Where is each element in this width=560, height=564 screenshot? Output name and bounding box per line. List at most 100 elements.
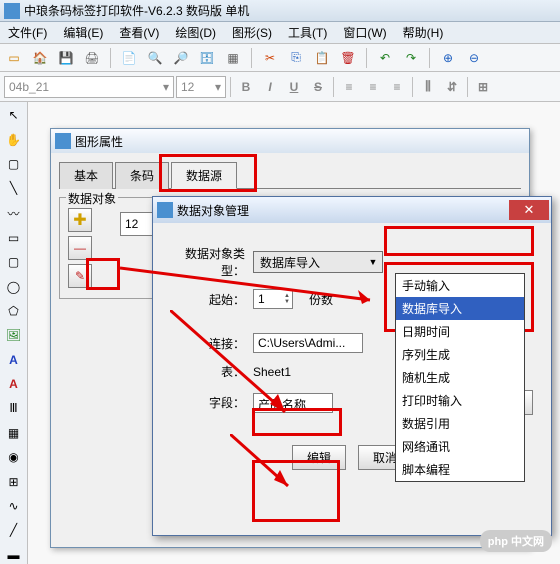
valign-icon[interactable]: ⫼: [417, 76, 439, 98]
watermark: php 中文网: [480, 530, 552, 552]
close-button[interactable]: ✕: [509, 200, 549, 220]
connection-label: 连接：: [165, 335, 245, 352]
cut-icon[interactable]: ✂: [260, 48, 280, 68]
start-label: 起始：: [165, 291, 245, 308]
paste-icon[interactable]: 📋: [312, 48, 332, 68]
field-input[interactable]: 产品名称: [253, 393, 333, 413]
tab-datasource[interactable]: 数据源: [171, 162, 237, 189]
curve-icon[interactable]: 〰: [4, 204, 24, 223]
path-icon[interactable]: ╱: [4, 521, 24, 539]
app-title: 中琅条码标签打印软件-V6.2.3 数码版 单机: [24, 2, 249, 19]
copy-icon[interactable]: ⎘: [286, 48, 306, 68]
format-toolbar: 04b_21▾ 12▾ B I U S ≡ ≡ ≡ ⫼ ⇵ ⊞: [0, 72, 560, 102]
open-icon[interactable]: 🏠: [30, 48, 50, 68]
type-combo[interactable]: 数据库导入 ▼: [253, 251, 383, 273]
tab-barcode[interactable]: 条码: [115, 162, 169, 189]
undo-icon[interactable]: ↶: [375, 48, 395, 68]
tab-basic[interactable]: 基本: [59, 162, 113, 189]
font-name-combo[interactable]: 04b_21▾: [4, 76, 174, 98]
copies-label: 份数: [293, 291, 333, 308]
pointer-icon[interactable]: ↖: [4, 106, 24, 124]
round-rect-icon[interactable]: ▢: [4, 253, 24, 271]
option-seq[interactable]: 序列生成: [396, 343, 524, 366]
align-left-icon[interactable]: ≡: [338, 76, 360, 98]
richtext-icon[interactable]: A: [4, 375, 24, 393]
redo-icon[interactable]: ↷: [401, 48, 421, 68]
menu-graph[interactable]: 图形(S): [228, 22, 276, 43]
image-icon[interactable]: 🖼: [4, 326, 24, 344]
rect-icon[interactable]: ▭: [4, 229, 24, 247]
bezier-icon[interactable]: ∿: [4, 497, 24, 515]
title-bar: 中琅条码标签打印软件-V6.2.3 数码版 单机: [0, 0, 560, 22]
app-icon: [4, 3, 20, 19]
chevron-down-icon: ▼: [366, 255, 380, 269]
field-label: 字段：: [165, 394, 245, 411]
option-manual[interactable]: 手动输入: [396, 274, 524, 297]
menu-draw[interactable]: 绘图(D): [171, 22, 220, 43]
option-ref[interactable]: 数据引用: [396, 412, 524, 435]
start-spinner[interactable]: 1 ▲▼: [253, 289, 293, 309]
barcode2d-icon[interactable]: ▦: [4, 424, 24, 442]
font-size-combo[interactable]: 12▾: [176, 76, 226, 98]
text-icon[interactable]: A: [4, 351, 24, 369]
align-right-icon[interactable]: ≡: [386, 76, 408, 98]
menu-file[interactable]: 文件(F): [4, 22, 51, 43]
option-db[interactable]: 数据库导入: [396, 297, 524, 320]
menu-edit[interactable]: 编辑(E): [59, 22, 107, 43]
delete-icon[interactable]: 🗑: [338, 48, 358, 68]
doc-settings-icon[interactable]: 📄: [119, 48, 139, 68]
properties-dialog-title[interactable]: 图形属性: [51, 129, 529, 153]
text-small-icon[interactable]: ▢: [4, 155, 24, 173]
option-printtime[interactable]: 打印时输入: [396, 389, 524, 412]
properties-tabs: 基本 条码 数据源: [59, 161, 521, 189]
menu-tool[interactable]: 工具(T): [284, 22, 331, 43]
add-button[interactable]: ✚: [68, 208, 92, 232]
new-icon[interactable]: ▭: [4, 48, 24, 68]
option-date[interactable]: 日期时间: [396, 320, 524, 343]
dialog-icon: [157, 202, 173, 218]
menu-bar: 文件(F) 编辑(E) 查看(V) 绘图(D) 图形(S) 工具(T) 窗口(W…: [0, 22, 560, 44]
align-center-icon[interactable]: ≡: [362, 76, 384, 98]
font-color-icon[interactable]: ⊞: [472, 76, 494, 98]
main-toolbar: ▭ 🏠 💾 🖨 📄 🔍 🔎 🗄 ▦ ✂ ⎘ 📋 🗑 ↶ ↷ ⊕ ⊖: [0, 44, 560, 72]
type-label: 数据对象类型：: [165, 245, 245, 279]
circle-text-icon[interactable]: ◉: [4, 448, 24, 466]
zoomin-icon[interactable]: ⊕: [438, 48, 458, 68]
side-toolbox: ↖ ✋ ▢ ╲ 〰 ▭ ▢ ◯ ⬠ 🖼 A A Ⅲ ▦ ◉ ⊞ ∿ ╱ ▬: [0, 102, 28, 564]
type-dropdown: 手动输入 数据库导入 日期时间 序列生成 随机生成 打印时输入 数据引用 网络通…: [395, 273, 525, 482]
remove-button[interactable]: —: [68, 236, 92, 260]
manage-dialog-titlebar[interactable]: 数据对象管理 ✕: [153, 197, 551, 223]
table-icon[interactable]: ⊞: [4, 472, 24, 490]
save-icon[interactable]: 💾: [56, 48, 76, 68]
grid-icon[interactable]: ▦: [223, 48, 243, 68]
zoom-icon[interactable]: 🔍: [145, 48, 165, 68]
polygon-icon[interactable]: ⬠: [4, 302, 24, 320]
table-label: 表：: [165, 363, 245, 380]
ellipse-icon[interactable]: ◯: [4, 277, 24, 295]
table-value: Sheet1: [253, 365, 291, 379]
print-icon[interactable]: 🖨: [82, 48, 102, 68]
option-random[interactable]: 随机生成: [396, 366, 524, 389]
line-icon[interactable]: ╲: [4, 179, 24, 197]
data-object-manage-dialog: 数据对象管理 ✕ 数据对象类型： 数据库导入 ▼ 起始： 1 ▲▼ 份数 1 ▲…: [152, 196, 552, 536]
menu-help[interactable]: 帮助(H): [399, 22, 448, 43]
edit-icon-button[interactable]: ✎: [68, 264, 92, 288]
menu-window[interactable]: 窗口(W): [339, 22, 390, 43]
option-script[interactable]: 脚本编程: [396, 458, 524, 481]
group-label: 数据对象: [66, 190, 118, 207]
option-net[interactable]: 网络通讯: [396, 435, 524, 458]
italic-icon[interactable]: I: [259, 76, 281, 98]
spacing-icon[interactable]: ⇵: [441, 76, 463, 98]
strike-icon[interactable]: S: [307, 76, 329, 98]
ruler-icon[interactable]: 🔎: [171, 48, 191, 68]
hand-icon[interactable]: ✋: [4, 130, 24, 148]
connection-field[interactable]: C:\Users\Admi...: [253, 333, 363, 353]
bold-icon[interactable]: B: [235, 76, 257, 98]
underline-icon[interactable]: U: [283, 76, 305, 98]
edit-button[interactable]: 编辑: [292, 445, 346, 470]
db-icon[interactable]: 🗄: [197, 48, 217, 68]
fill-icon[interactable]: ▬: [4, 546, 24, 564]
menu-view[interactable]: 查看(V): [115, 22, 163, 43]
barcode1d-icon[interactable]: Ⅲ: [4, 399, 24, 417]
zoomout-icon[interactable]: ⊖: [464, 48, 484, 68]
